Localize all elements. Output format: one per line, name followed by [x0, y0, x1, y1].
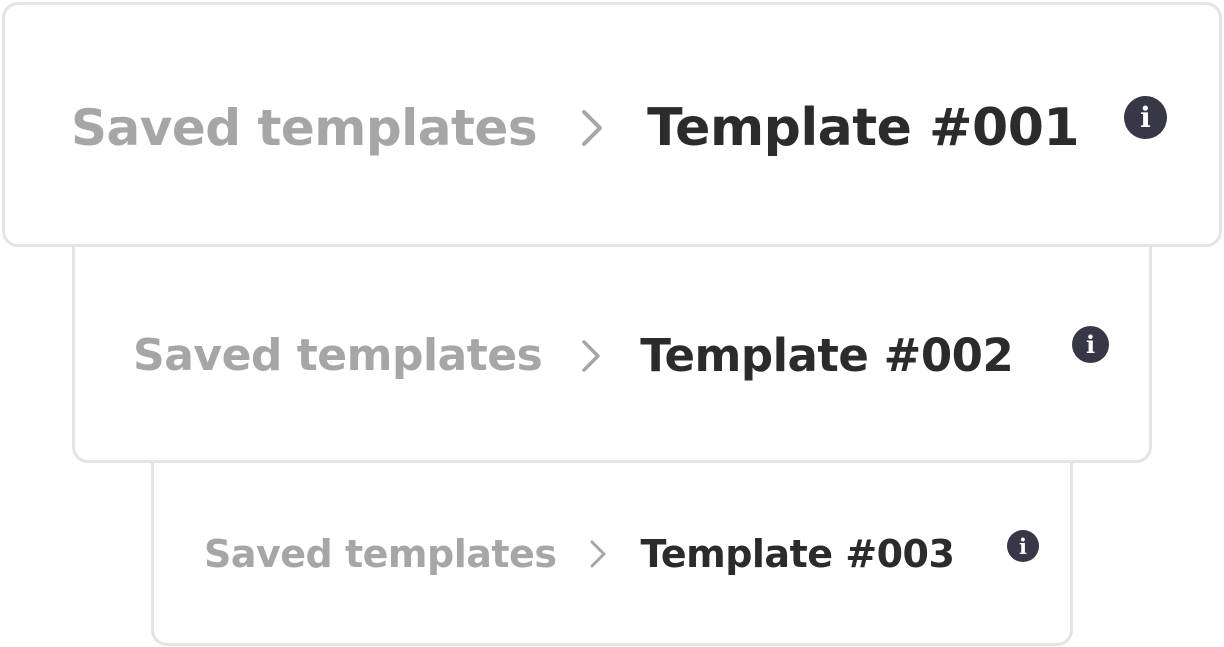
chevron-right-icon	[588, 539, 608, 569]
breadcrumb: Saved templates Template #001	[71, 98, 1080, 158]
chevron-right-icon	[580, 339, 602, 373]
info-icon[interactable]: i	[1072, 326, 1109, 363]
breadcrumb-current-page: Template #003	[640, 532, 955, 576]
breadcrumb-card-1: Saved templates Template #001 i	[2, 2, 1222, 247]
breadcrumb-stack: Saved templates Template #001 i Saved te…	[0, 0, 1224, 647]
chevron-right-icon	[579, 108, 605, 148]
info-icon[interactable]: i	[1124, 96, 1167, 139]
breadcrumb-parent-link[interactable]: Saved templates	[71, 99, 538, 157]
breadcrumb-card-2: Saved templates Template #002 i	[72, 246, 1152, 463]
breadcrumb: Saved templates Template #003	[204, 532, 955, 576]
info-icon[interactable]: i	[1007, 530, 1039, 562]
breadcrumb-card-3: Saved templates Template #003 i	[151, 462, 1073, 646]
breadcrumb-parent-link[interactable]: Saved templates	[204, 532, 557, 576]
breadcrumb-parent-link[interactable]: Saved templates	[133, 330, 543, 381]
breadcrumb-current-page: Template #002	[640, 329, 1014, 382]
breadcrumb-current-page: Template #001	[647, 98, 1080, 158]
breadcrumb: Saved templates Template #002	[133, 329, 1014, 382]
